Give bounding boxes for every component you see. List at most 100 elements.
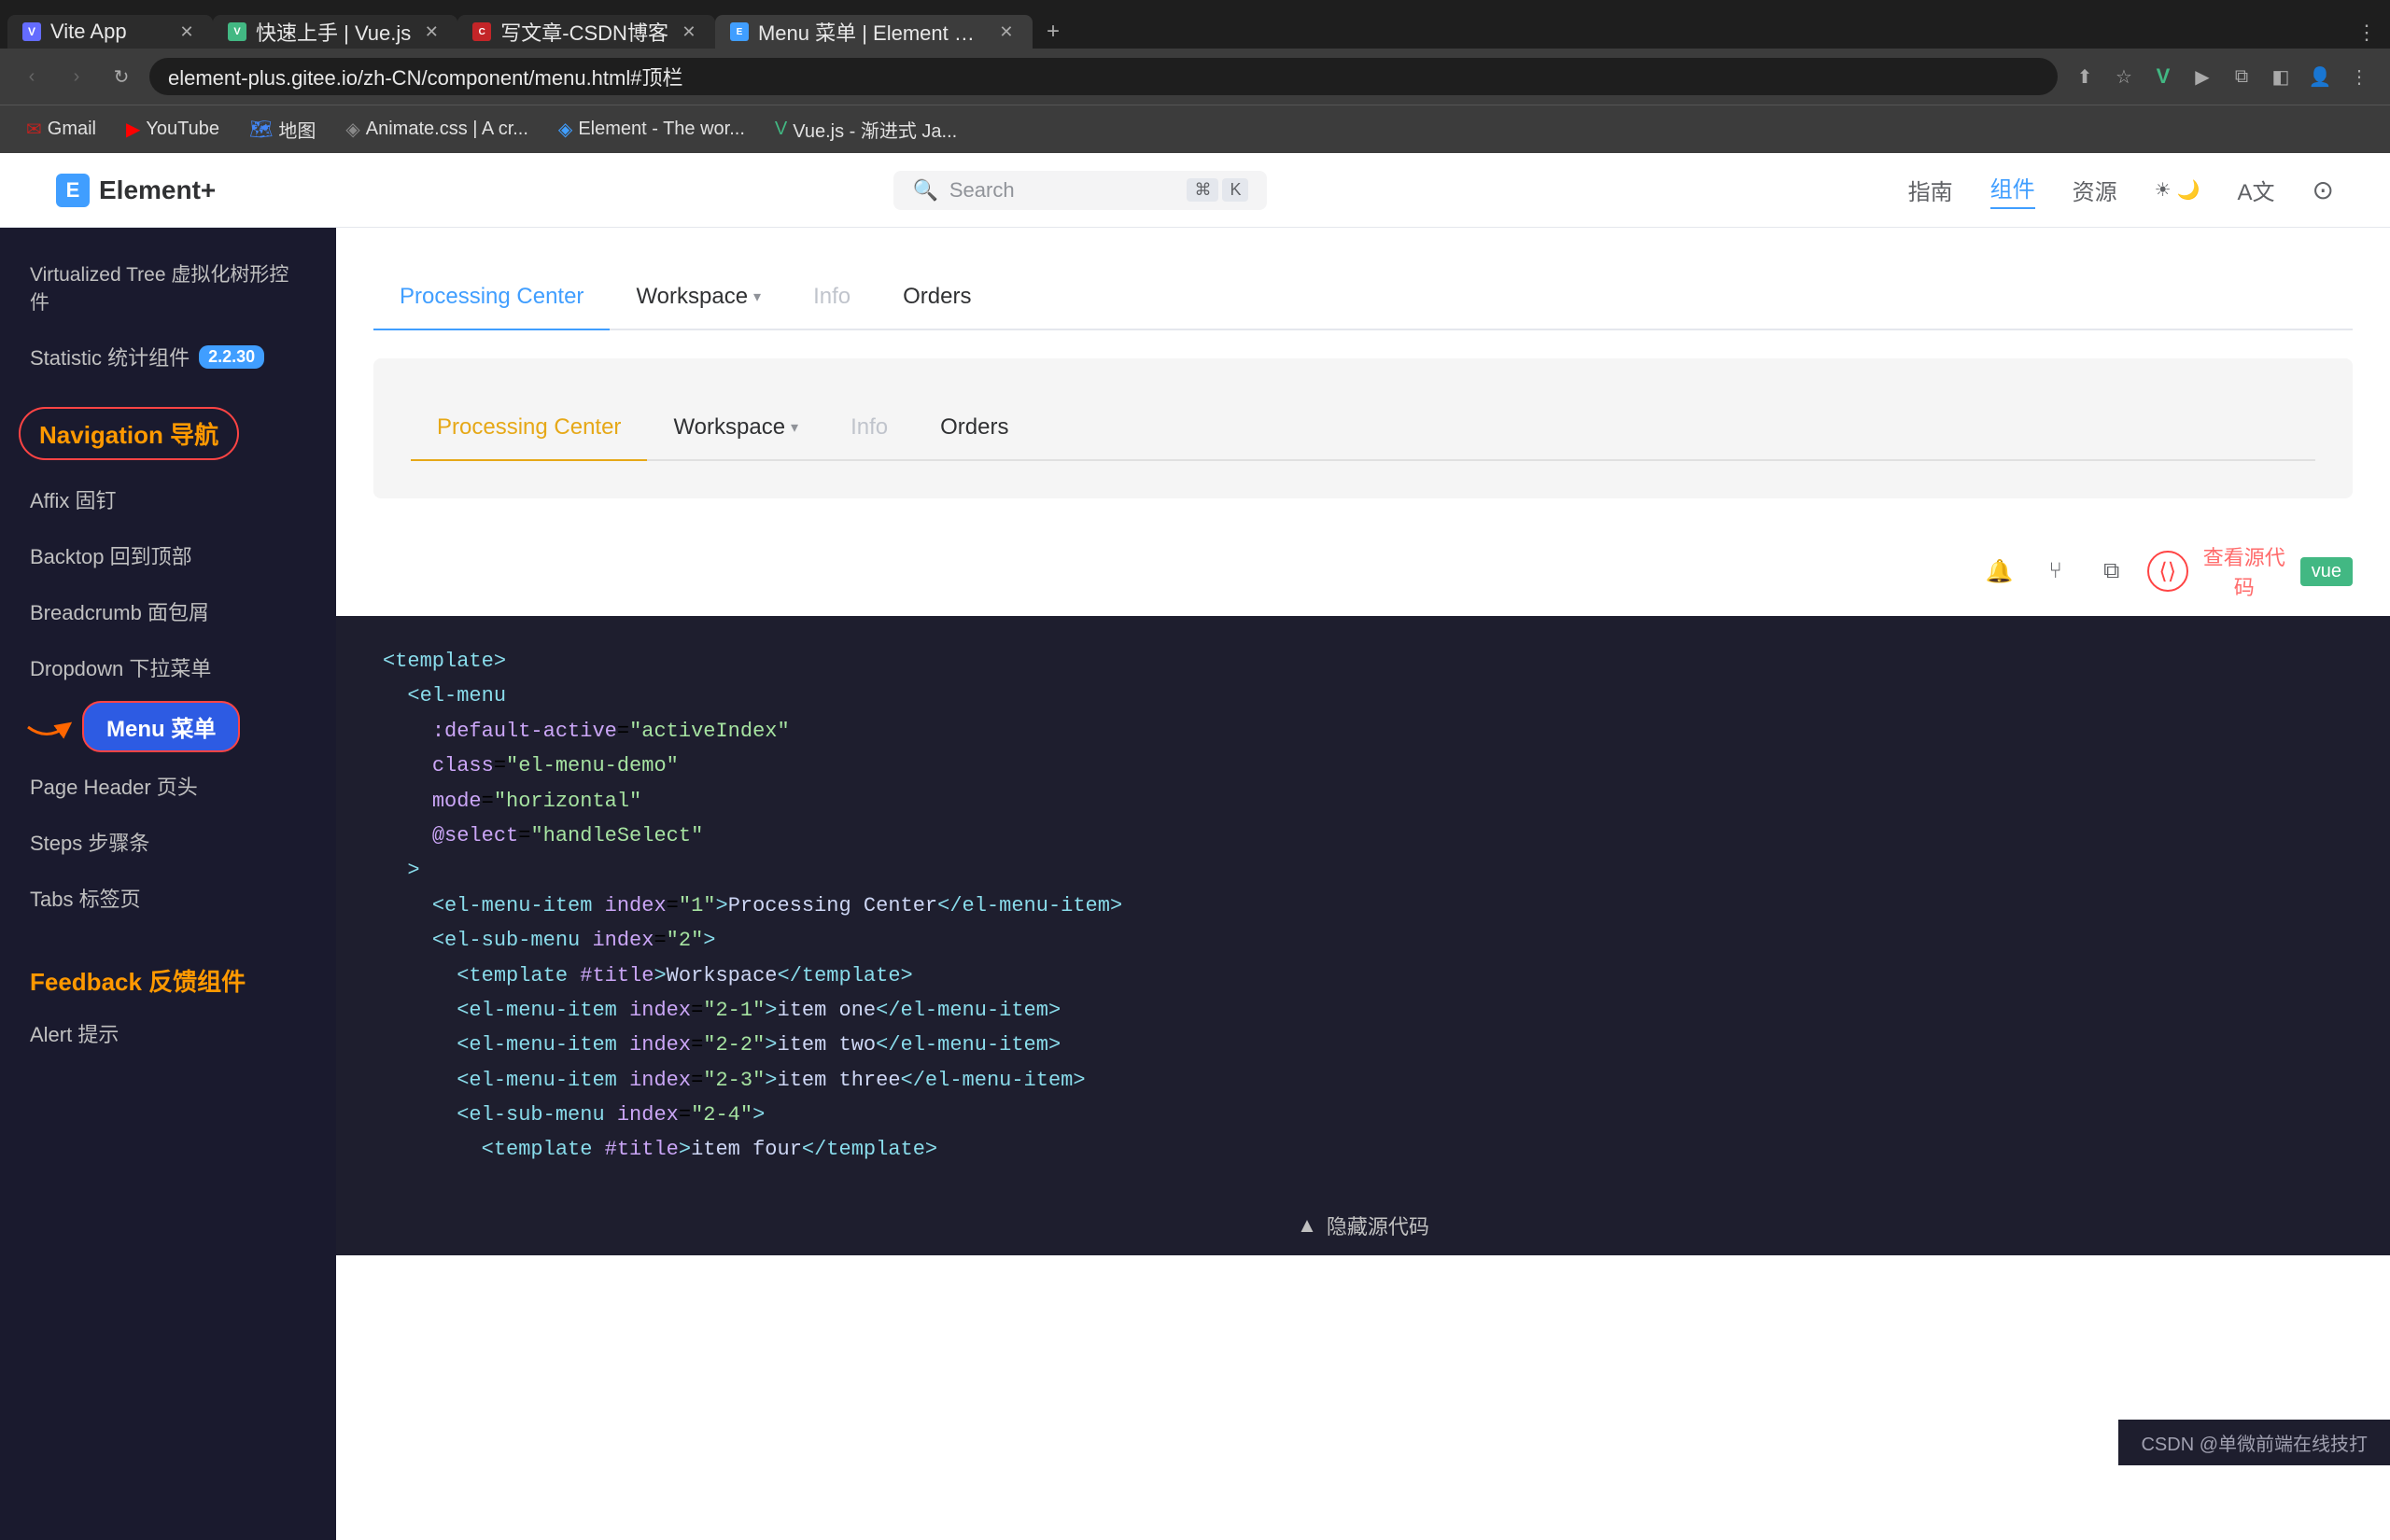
- hide-code-bar[interactable]: ▲ 隐藏源代码: [336, 1196, 2390, 1255]
- copy2-icon[interactable]: ⧉: [2091, 551, 2132, 592]
- csdn-favicon: C: [472, 22, 491, 41]
- navigation-section-label: Navigation 导航: [39, 421, 218, 449]
- element-favicon: E: [730, 22, 749, 41]
- bookmark-maps[interactable]: 🗺 地图: [238, 112, 327, 147]
- code-line-1: <template>: [383, 644, 2343, 679]
- tab-close-vue[interactable]: ✕: [420, 21, 443, 43]
- code-line-8: <el-menu-item index="1">Processing Cente…: [383, 889, 2343, 923]
- sidebar-item-steps[interactable]: Steps 步骤条: [0, 814, 336, 870]
- element-bm-favicon: ◈: [558, 118, 572, 141]
- navigation-section-container: Navigation 导航: [0, 396, 336, 471]
- address-bar-row: ‹ › ↻ ⬆ ☆ V ▶ ⧉ ◧ 👤 ⋮: [0, 49, 2390, 105]
- sidebar-item-dropdown[interactable]: Dropdown 下拉菜单: [0, 639, 336, 695]
- nav-guide[interactable]: 指南: [1908, 174, 1953, 206]
- site-nav: 指南 组件 资源 ☀ 🌙 A文 ⊙: [1908, 171, 2334, 209]
- sidebar-toggle-icon[interactable]: ◧: [2265, 61, 2297, 92]
- demo1-orders[interactable]: Orders: [877, 265, 997, 330]
- bookmark-youtube[interactable]: ▶ YouTube: [115, 114, 231, 145]
- menu-icon[interactable]: ⋮: [2343, 61, 2375, 92]
- sidebar-item-tabs-label: Tabs 标签页: [30, 883, 141, 913]
- bookmark-gmail[interactable]: ✉ Gmail: [15, 114, 107, 145]
- sidebar-item-backtop[interactable]: Backtop 回到顶部: [0, 527, 336, 583]
- demo2-info-label: Info: [851, 414, 888, 440]
- sidebar-item-alert-label: Alert 提示: [30, 1018, 119, 1048]
- bookmark-animate-label: Animate.css | A cr...: [366, 119, 528, 140]
- search-box[interactable]: 🔍 Search ⌘ K: [893, 171, 1267, 210]
- bookmark-element[interactable]: ◈ Element - The wor...: [547, 114, 756, 145]
- tab-close-csdn[interactable]: ✕: [678, 21, 700, 43]
- demo2-box: Processing Center Workspace ▾ Info Order…: [373, 358, 2353, 498]
- tab-close-element[interactable]: ✕: [995, 21, 1018, 43]
- nav-resources[interactable]: 资源: [2073, 174, 2117, 206]
- view-source-area[interactable]: 查看源代码: [2203, 541, 2285, 601]
- demo2-processing-center[interactable]: Processing Center: [411, 396, 647, 461]
- sidebar-item-dropdown-label: Dropdown 下拉菜单: [30, 652, 211, 682]
- sidebar-item-tabs[interactable]: Tabs 标签页: [0, 870, 336, 926]
- tab-vue[interactable]: V 快速上手 | Vue.js ✕: [213, 15, 457, 49]
- view-source-label: 查看源代码: [2203, 541, 2285, 601]
- demo1-workspace[interactable]: Workspace ▾: [610, 265, 787, 330]
- code-line-5: mode="horizontal": [383, 784, 2343, 819]
- code-toolbar: 🔔 ⑂ ⧉ ⟨⟩ 查看源代码 vue: [336, 526, 2390, 616]
- csdn-label: CSDN @单微前端在线技打: [2141, 1435, 2368, 1455]
- logo-area[interactable]: E Element+: [56, 174, 216, 207]
- sidebar-item-page-header-label: Page Header 页头: [30, 771, 198, 801]
- demo1-info-label: Info: [813, 284, 851, 309]
- main-area: Virtualized Tree 虚拟化树形控件 Statistic 统计组件 …: [0, 228, 2390, 1540]
- gmail-favicon: ✉: [26, 118, 42, 141]
- tab-close-vite[interactable]: ✕: [176, 21, 198, 43]
- demo1-workspace-with-arrow: Workspace ▾: [636, 284, 761, 310]
- fork-icon[interactable]: ⑂: [2035, 551, 2076, 592]
- tab-menu-button[interactable]: ⋮: [2351, 17, 2383, 49]
- tab-element[interactable]: E Menu 菜单 | Element Plus ✕: [715, 15, 1033, 49]
- vuejs-bm-favicon: V: [775, 119, 787, 140]
- sidebar-item-affix[interactable]: Affix 固钉: [0, 471, 336, 527]
- tab-vite[interactable]: V Vite App ✕: [7, 15, 213, 49]
- demo2-workspace-with-arrow: Workspace ▾: [673, 414, 798, 441]
- sidebar-item-virtualized-tree[interactable]: Virtualized Tree 虚拟化树形控件: [0, 246, 336, 329]
- demo2-menu: Processing Center Workspace ▾ Info Order…: [411, 396, 2315, 461]
- demo2-workspace[interactable]: Workspace ▾: [647, 396, 824, 461]
- reload-button[interactable]: ↻: [105, 60, 138, 93]
- hide-code-arrow: ▲: [1297, 1213, 1317, 1238]
- forward-button[interactable]: ›: [60, 60, 93, 93]
- vue-devtools-icon[interactable]: V: [2147, 61, 2179, 92]
- address-input[interactable]: [149, 58, 2058, 95]
- nav-components[interactable]: 组件: [1990, 171, 2035, 209]
- sidebar-item-alert[interactable]: Alert 提示: [0, 1005, 336, 1061]
- extensions-icon[interactable]: ⧉: [2226, 61, 2257, 92]
- back-button[interactable]: ‹: [15, 60, 49, 93]
- copy-icon[interactable]: 🔔: [1979, 551, 2020, 592]
- demo1-processing-center[interactable]: Processing Center: [373, 265, 610, 330]
- demo1-workspace-label: Workspace: [636, 284, 748, 310]
- sidebar-item-steps-label: Steps 步骤条: [30, 827, 149, 857]
- youtube-favicon: ▶: [126, 118, 140, 141]
- bookmark-vuejs-label: Vue.js - 渐进式 Ja...: [793, 116, 957, 143]
- share-icon[interactable]: ⬆: [2069, 61, 2101, 92]
- bookmark-icon[interactable]: ☆: [2108, 61, 2140, 92]
- sidebar-item-breadcrumb[interactable]: Breadcrumb 面包屑: [0, 583, 336, 639]
- demo1-menu: Processing Center Workspace ▾ Info Order…: [373, 265, 2353, 330]
- demo2-orders[interactable]: Orders: [914, 396, 1034, 461]
- tab-label-vite: Vite App: [50, 20, 166, 44]
- translate-icon[interactable]: A文: [2238, 174, 2275, 206]
- bookmark-youtube-label: YouTube: [146, 119, 219, 140]
- code-line-6: @select="handleSelect": [383, 819, 2343, 853]
- code-expand-icon[interactable]: ⟨⟩: [2147, 551, 2188, 592]
- tab-csdn[interactable]: C 写文章-CSDN博客 ✕: [457, 15, 715, 49]
- demo1-orders-label: Orders: [903, 284, 971, 309]
- demo2-workspace-arrow-icon: ▾: [791, 418, 798, 437]
- screencast-icon[interactable]: ▶: [2186, 61, 2218, 92]
- profile-icon[interactable]: 👤: [2304, 61, 2336, 92]
- sidebar-item-statistic[interactable]: Statistic 统计组件 2.2.30: [0, 329, 336, 385]
- bookmark-vuejs[interactable]: V Vue.js - 渐进式 Ja...: [764, 112, 968, 147]
- bookmark-animate[interactable]: ◈ Animate.css | A cr...: [334, 114, 540, 145]
- animate-favicon: ◈: [345, 118, 359, 141]
- github-icon[interactable]: ⊙: [2313, 175, 2334, 205]
- code-line-7: >: [383, 853, 2343, 888]
- theme-toggle[interactable]: ☀ 🌙: [2155, 178, 2200, 202]
- sidebar-item-page-header[interactable]: Page Header 页头: [0, 758, 336, 814]
- sidebar-item-menu-circle[interactable]: Menu 菜单: [82, 701, 240, 752]
- bookmark-gmail-label: Gmail: [48, 119, 96, 140]
- new-tab-button[interactable]: +: [1036, 15, 1070, 49]
